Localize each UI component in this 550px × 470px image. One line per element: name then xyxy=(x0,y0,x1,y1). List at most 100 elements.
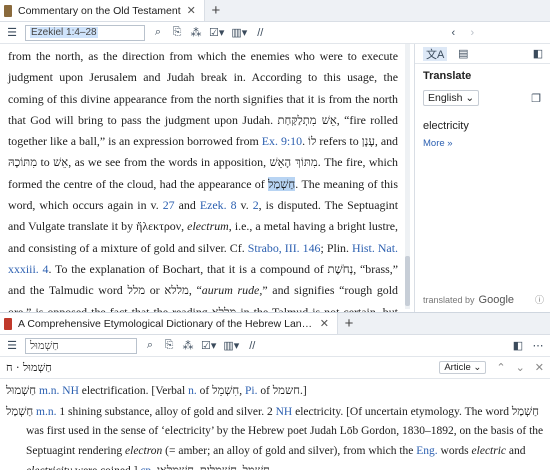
checklist-icon[interactable]: ☑▾ xyxy=(209,26,224,40)
abbreviation[interactable]: NH xyxy=(276,406,293,418)
close-icon[interactable]: ✕ xyxy=(187,4,196,17)
hebrew-word[interactable]: מִתּוֹכָהּ xyxy=(8,155,37,169)
columns-icon[interactable]: ▥▾ xyxy=(231,26,247,40)
close-icon[interactable]: ✕ xyxy=(535,361,544,374)
language-row: English ⌄ ❐ xyxy=(415,86,550,110)
hebrew-word[interactable]: מללא xyxy=(164,283,188,297)
copy-icon[interactable]: ❐ xyxy=(530,91,542,105)
hebrew-word[interactable]: חַשְׁמַלַּאי xyxy=(157,463,194,470)
parallel-icon[interactable]: ⎘ xyxy=(171,26,183,40)
commentary-pane: Commentary on the Old Testament ✕ + ☰ Ez… xyxy=(0,0,550,312)
more-icon[interactable]: ⋯ xyxy=(532,339,544,353)
italic-text: aurum rude, xyxy=(201,283,263,298)
text-run: or xyxy=(145,283,165,298)
hebrew-word[interactable]: אֵשׁ מִתְלַקַּחַת xyxy=(277,113,336,127)
layout-icon[interactable]: ◧ xyxy=(512,339,524,353)
hebrew-word[interactable]: נְחֹשֶׁת xyxy=(328,262,354,276)
hebrew-word[interactable]: חַשְׁמַל xyxy=(512,404,539,418)
search-icon[interactable]: ⌕ xyxy=(152,26,164,40)
hebrew-word[interactable]: מִתּוֹךְ הָאֵשׁ xyxy=(269,155,317,169)
search-icon[interactable]: ⌕ xyxy=(144,339,156,353)
abbreviation[interactable]: Eng. xyxy=(416,445,437,457)
scrollbar[interactable] xyxy=(405,44,410,309)
hebrew-word[interactable]: אֵשׁ xyxy=(53,155,68,169)
text-run: to xyxy=(37,155,54,170)
hebrew-word[interactable]: עָנָן xyxy=(362,134,375,148)
reference-input[interactable]: Ezekiel 1:4–28 xyxy=(25,24,145,41)
text-run: and xyxy=(174,198,200,213)
text-run: , as we see from the words in apposition… xyxy=(68,155,270,170)
text-run: words xyxy=(437,444,472,457)
hebrew-word[interactable]: חַשְׁמַלִּית xyxy=(200,463,237,470)
abbreviation[interactable]: cp. xyxy=(140,465,154,470)
italic-text: electric xyxy=(471,444,507,457)
text-run: , “ xyxy=(188,283,202,298)
headword: חַשְׁמוּל · ח xyxy=(6,361,52,374)
translate-icon[interactable]: 文A xyxy=(423,46,448,61)
text-run: of xyxy=(196,385,213,397)
notes-icon[interactable]: ▤ xyxy=(457,47,469,61)
text-run: and xyxy=(506,444,526,457)
hebrew-word[interactable]: חַשְׁמַל xyxy=(268,176,296,191)
text-run: (= amber; an alloy of gold and silver), … xyxy=(162,444,417,457)
toolbar: ☰ Ezekiel 1:4–28 ⌕ ⎘ ⁂ ☑▾ ▥▾ // ‹ › xyxy=(0,22,550,44)
italic-text: electron xyxy=(125,444,163,457)
add-tab-button[interactable]: + xyxy=(205,0,227,21)
reference-link[interactable]: 27 xyxy=(163,198,175,212)
hebrew-word[interactable]: חַשְׁמַל xyxy=(243,463,270,470)
menu-icon[interactable]: ☰ xyxy=(6,26,18,40)
text-run: electrification. [Verbal xyxy=(78,385,189,397)
link-set-icon[interactable]: // xyxy=(246,339,258,353)
abbreviation[interactable]: Pi. xyxy=(245,385,257,397)
italic-text: electricity xyxy=(26,465,72,470)
layout-icon[interactable]: ◧ xyxy=(532,47,544,61)
reference-input[interactable]: חַשְׁמוּל xyxy=(25,337,137,354)
more-link[interactable]: More » xyxy=(415,134,550,153)
translation-result: electricity xyxy=(423,120,469,132)
text-run: refers to xyxy=(316,134,362,149)
text-run: of xyxy=(257,385,273,397)
book-cover-icon xyxy=(4,4,12,17)
abbreviation[interactable]: m.n. NH xyxy=(36,385,79,397)
hebrew-word[interactable]: חשמל xyxy=(273,383,300,397)
columns-icon[interactable]: ▥▾ xyxy=(223,339,239,353)
add-tab-button[interactable]: + xyxy=(338,313,360,334)
translate-panel: 文A ▤ ◧ Translate English ⌄ ❐ electricity… xyxy=(414,44,550,312)
reference-link[interactable]: Strabo, III. 146 xyxy=(248,241,321,255)
abbreviation[interactable]: m.n. xyxy=(33,406,56,418)
text-run: v. xyxy=(236,198,253,213)
forward-icon[interactable]: › xyxy=(466,26,478,40)
text-run: 1 shining substance, alloy of gold and s… xyxy=(56,405,276,418)
hebrew-word[interactable]: חַשְׁמַל xyxy=(6,404,33,418)
hebrew-word[interactable]: מלל xyxy=(127,283,145,297)
abbreviation[interactable]: n. xyxy=(188,385,197,397)
text-run: ; Plin. xyxy=(320,240,353,255)
back-icon[interactable]: ‹ xyxy=(447,26,459,40)
close-icon[interactable]: ✕ xyxy=(320,317,329,330)
parallel-icon[interactable]: ⎘ xyxy=(163,339,175,353)
book-cover-icon xyxy=(4,317,12,330)
reference-link[interactable]: Ezek. 8 xyxy=(200,198,237,212)
reference-link[interactable]: Ex. 9:10 xyxy=(262,134,302,148)
hebrew-word[interactable]: מללא xyxy=(212,305,236,312)
toolbar-bottom: ☰ חַשְׁמוּל ⌕ ⎘ ⁂ ☑▾ ▥▾ // ◧ ⋯ xyxy=(0,335,550,357)
text-run: , and xyxy=(374,134,398,149)
tab-dictionary[interactable]: A Comprehensive Etymological Dictionary … xyxy=(0,313,338,334)
scroll-thumb[interactable] xyxy=(405,256,410,306)
help-icon[interactable]: ⓘ xyxy=(535,293,544,306)
text-run: . xyxy=(270,465,273,470)
hebrew-word[interactable]: חִשְׁמֵל xyxy=(212,383,239,397)
checklist-icon[interactable]: ☑▾ xyxy=(201,339,216,353)
visual-filters-icon[interactable]: ⁂ xyxy=(190,26,202,40)
text-run: were coined.] xyxy=(72,465,140,470)
link-set-icon[interactable]: // xyxy=(254,26,266,40)
text-run: .] xyxy=(299,385,307,397)
visual-filters-icon[interactable]: ⁂ xyxy=(182,339,194,353)
hebrew-word[interactable]: חַשְׁמוּל xyxy=(6,383,36,397)
language-select[interactable]: English ⌄ xyxy=(423,90,480,106)
down-icon[interactable]: ⌄ xyxy=(516,361,525,374)
tab-commentary[interactable]: Commentary on the Old Testament ✕ xyxy=(0,0,205,21)
menu-icon[interactable]: ☰ xyxy=(6,339,18,353)
up-icon[interactable]: ⌃ xyxy=(496,361,505,374)
article-select[interactable]: Article ⌄ xyxy=(439,361,487,374)
